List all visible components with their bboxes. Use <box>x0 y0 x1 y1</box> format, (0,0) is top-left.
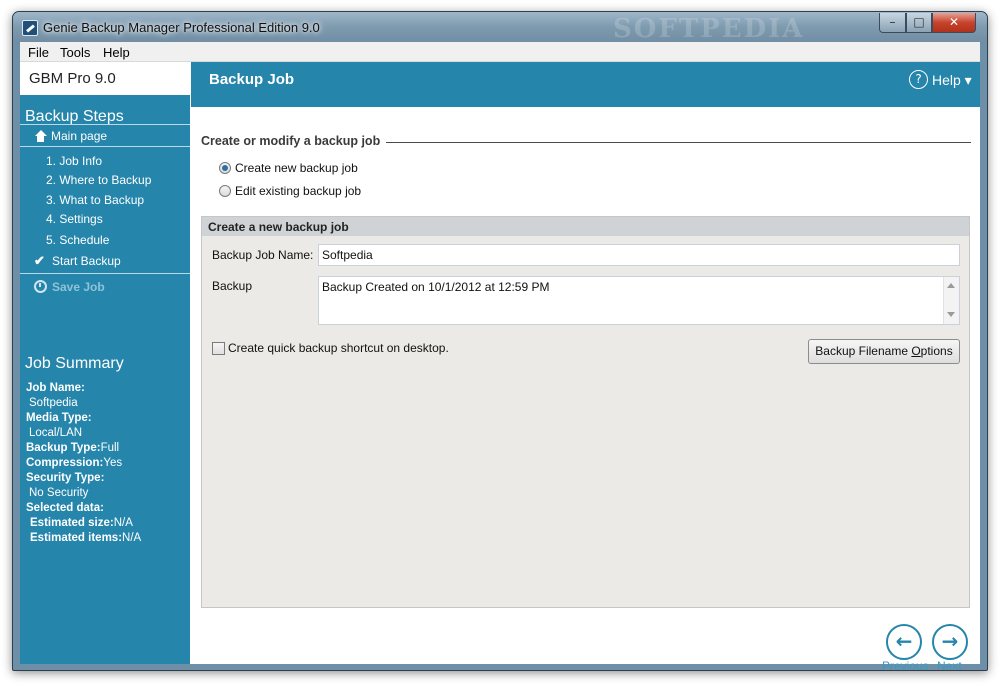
sidebar-item-label: Save Job <box>52 280 105 294</box>
summary-job-name-label: Job Name: <box>26 382 85 394</box>
clock-icon <box>34 280 47 293</box>
radio-label: Edit existing backup job <box>235 184 362 198</box>
next-button[interactable]: → <box>932 624 968 660</box>
summary-media-type: Local/LAN <box>29 427 83 439</box>
backup-description-label: Backup <box>212 279 253 293</box>
page-title: Backup Job <box>209 71 295 88</box>
backup-filename-options-button[interactable]: Backup Filename Options <box>808 339 960 364</box>
job-name-label: Backup Job Name: <box>212 248 314 262</box>
backup-description-text: Backup Created on 10/1/2012 at 12:59 PM <box>322 280 550 294</box>
title-watermark: SOFTPEDIA <box>613 14 805 44</box>
sidebar-item-label: Start Backup <box>52 254 121 268</box>
summary-job-name: Softpedia <box>29 397 78 409</box>
scroll-up-icon[interactable] <box>947 283 955 288</box>
radio-edit-existing-job[interactable]: Edit existing backup job <box>219 184 399 200</box>
window-title: Genie Backup Manager Professional Editio… <box>43 20 320 35</box>
radio-label: Create new backup job <box>235 161 358 175</box>
app-window: SOFTPEDIA Genie Backup Manager Professio… <box>12 11 988 671</box>
previous-label[interactable]: Previous <box>882 659 929 670</box>
sidebar: GBM Pro 9.0 Backup Steps Main page 1. Jo… <box>20 62 190 664</box>
divider <box>20 124 190 125</box>
sidebar-item-job-info[interactable]: 1. Job Info <box>46 154 102 168</box>
check-icon: ✔ <box>34 253 45 268</box>
menu-file[interactable]: File <box>28 45 49 60</box>
brand-label: GBM Pro 9.0 <box>20 62 190 95</box>
divider <box>20 273 190 274</box>
sidebar-item-main-page[interactable]: Main page <box>34 128 184 146</box>
textarea-scrollbar[interactable] <box>943 277 959 324</box>
sidebar-item-start-backup[interactable]: ✔ Start Backup <box>34 253 184 271</box>
previous-button[interactable]: ← <box>886 624 922 660</box>
job-summary-title: Job Summary <box>25 355 124 372</box>
summary-backup-type: Backup Type:Full <box>26 442 120 454</box>
scroll-down-icon[interactable] <box>947 312 955 317</box>
radio-create-new-job[interactable]: Create new backup job <box>219 161 399 177</box>
radio-selected-icon <box>219 162 231 174</box>
section-divider <box>386 142 971 143</box>
job-name-input[interactable]: Softpedia <box>318 244 960 266</box>
group-header: Create a new backup job <box>202 217 969 236</box>
sidebar-item-where-to-backup[interactable]: 2. Where to Backup <box>46 173 151 187</box>
minimize-button[interactable]: – <box>879 13 906 33</box>
menu-tools[interactable]: Tools <box>60 45 90 60</box>
sidebar-item-schedule[interactable]: 5. Schedule <box>46 233 109 247</box>
new-job-group: Create a new backup job Backup Job Name:… <box>201 216 970 608</box>
menu-help[interactable]: Help <box>103 45 130 60</box>
checkbox-box <box>212 342 225 355</box>
summary-security-type-label: Security Type: <box>26 472 105 484</box>
checkbox-label: Create quick backup shortcut on desktop. <box>228 341 449 355</box>
summary-estimated-items: Estimated items:N/A <box>30 532 142 544</box>
app-icon[interactable] <box>22 20 38 36</box>
divider <box>20 146 190 147</box>
arrow-left-icon: ← <box>895 629 913 653</box>
main-header: Backup Job ? Help ▾ <box>191 62 980 107</box>
section-title: Create or modify a backup job <box>201 134 381 148</box>
client-area: GBM Pro 9.0 Backup Steps Main page 1. Jo… <box>20 62 980 670</box>
summary-selected-data-label: Selected data: <box>26 502 104 514</box>
summary-security-type: No Security <box>29 487 89 499</box>
home-icon <box>34 130 47 142</box>
arrow-right-icon: → <box>941 629 959 653</box>
sidebar-item-label: Main page <box>51 129 108 143</box>
sidebar-item-settings[interactable]: 4. Settings <box>46 212 103 226</box>
summary-media-type-label: Media Type: <box>26 412 92 424</box>
radio-unselected-icon <box>219 185 231 197</box>
summary-compression: Compression:Yes <box>26 457 123 469</box>
help-icon: ? <box>909 70 928 89</box>
sidebar-item-what-to-backup[interactable]: 3. What to Backup <box>46 193 144 207</box>
next-label[interactable]: Next <box>937 659 962 670</box>
backup-description-textarea[interactable]: Backup Created on 10/1/2012 at 12:59 PM <box>318 276 960 325</box>
sidebar-item-save-job[interactable]: Save Job <box>34 279 184 297</box>
menu-bar: File Tools Help <box>20 42 980 62</box>
help-label: Help ▾ <box>932 72 972 88</box>
maximize-button[interactable]: □ <box>906 13 932 33</box>
close-button[interactable]: ✕ <box>932 13 976 33</box>
main-panel: Backup Job ? Help ▾ Create or modify a b… <box>191 62 980 670</box>
summary-estimated-size: Estimated size:N/A <box>30 517 133 529</box>
desktop-shortcut-checkbox[interactable]: Create quick backup shortcut on desktop. <box>212 341 452 357</box>
title-bar[interactable]: SOFTPEDIA Genie Backup Manager Professio… <box>13 12 987 44</box>
